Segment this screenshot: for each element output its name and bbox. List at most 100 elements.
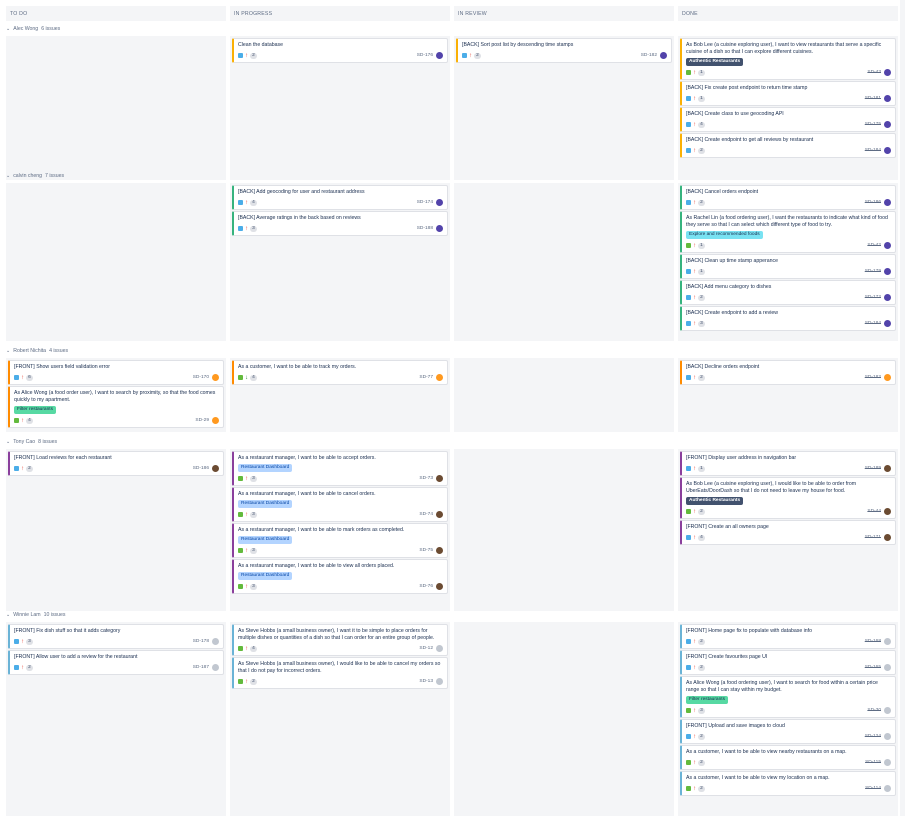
issue-card[interactable]: [FRONT] Load reviews for each restaurant… bbox=[8, 451, 224, 476]
issue-key[interactable]: SD-172 bbox=[865, 295, 881, 300]
avatar[interactable] bbox=[212, 465, 219, 472]
scrollbar[interactable] bbox=[900, 0, 905, 816]
swimlane-header[interactable]: ⌄ Tony Cao 8 issues bbox=[6, 437, 57, 447]
issue-key[interactable]: SD-114 bbox=[865, 786, 881, 791]
avatar[interactable] bbox=[436, 645, 443, 652]
issue-card[interactable]: As Steve Hobbs (a small business owner),… bbox=[232, 624, 448, 656]
avatar[interactable] bbox=[884, 121, 891, 128]
issue-key[interactable]: SD-176 bbox=[417, 53, 433, 58]
issue-key[interactable]: SD-179 bbox=[865, 269, 881, 274]
avatar[interactable] bbox=[884, 69, 891, 76]
issue-key[interactable]: SD-124 bbox=[865, 734, 881, 739]
issue-key[interactable]: SD-115 bbox=[865, 760, 881, 765]
issue-card[interactable]: [BACK] Create class to use geocoding API… bbox=[680, 107, 896, 132]
avatar[interactable] bbox=[436, 547, 443, 554]
avatar[interactable] bbox=[436, 475, 443, 482]
issue-card[interactable]: [BACK] Sort post list by descending time… bbox=[456, 38, 672, 63]
issue-key[interactable]: SD-74 bbox=[419, 512, 433, 517]
issue-card[interactable]: As Bob Lee (a cuisine exploring user), I… bbox=[680, 38, 896, 80]
avatar[interactable] bbox=[436, 225, 443, 232]
issue-key[interactable]: SD-75 bbox=[419, 548, 433, 553]
issue-card[interactable]: [BACK] Cancel orders endpoint ↑ 2 SD-186 bbox=[680, 185, 896, 210]
issue-card[interactable]: As a restaurant manager, I want to be ab… bbox=[232, 523, 448, 558]
issue-card[interactable]: [FRONT] Allow user to add a review for t… bbox=[8, 650, 224, 675]
swimlane-header[interactable]: ⌄ calvin cheng 7 issues bbox=[6, 171, 64, 181]
issue-card[interactable]: As Rachel Lin (a food ordering user), I … bbox=[680, 211, 896, 253]
avatar[interactable] bbox=[884, 147, 891, 154]
chevron-down-icon[interactable]: ⌄ bbox=[6, 612, 10, 618]
avatar[interactable] bbox=[884, 664, 891, 671]
avatar[interactable] bbox=[884, 199, 891, 206]
issue-card[interactable]: [BACK] Decline orders endpoint ↑ 2 SD-182 bbox=[680, 360, 896, 385]
issue-card[interactable]: [FRONT] Create favourites page UI ↑ 2 SD-16… bbox=[680, 650, 896, 675]
issue-key[interactable]: SD-42 bbox=[867, 243, 881, 248]
avatar[interactable] bbox=[436, 511, 443, 518]
issue-key[interactable]: SD-188 bbox=[417, 226, 433, 231]
issue-key[interactable]: SD-187 bbox=[193, 665, 209, 670]
issue-card[interactable]: [FRONT] Display user address in navigati… bbox=[680, 451, 896, 476]
issue-card[interactable]: As Steve Hobbs (a small business owner),… bbox=[232, 657, 448, 689]
issue-key[interactable]: SD-175 bbox=[865, 122, 881, 127]
avatar[interactable] bbox=[884, 268, 891, 275]
swimlane-header[interactable]: ⌄ Alec Wong 6 issues bbox=[6, 24, 60, 34]
issue-key[interactable]: SD-12 bbox=[419, 646, 433, 651]
issue-card[interactable]: As a restaurant manager, I want to be ab… bbox=[232, 487, 448, 522]
issue-key[interactable]: SD-170 bbox=[193, 375, 209, 380]
issue-card[interactable]: As Bob Lee (a cuisine exploring user), I… bbox=[680, 477, 896, 519]
issue-key[interactable]: SD-168 bbox=[865, 639, 881, 644]
issue-key[interactable]: SD-73 bbox=[419, 476, 433, 481]
issue-key[interactable]: SD-178 bbox=[193, 639, 209, 644]
avatar[interactable] bbox=[884, 95, 891, 102]
issue-key[interactable]: SD-171 bbox=[865, 535, 881, 540]
swimlane-header[interactable]: ⌄ Robert Nichita 4 issues bbox=[6, 346, 68, 356]
avatar[interactable] bbox=[884, 534, 891, 541]
chevron-down-icon[interactable]: ⌄ bbox=[6, 173, 10, 179]
avatar[interactable] bbox=[884, 294, 891, 301]
avatar[interactable] bbox=[884, 320, 891, 327]
avatar[interactable] bbox=[884, 465, 891, 472]
issue-card[interactable]: [BACK] Fix create post endpoint to retur… bbox=[680, 81, 896, 106]
avatar[interactable] bbox=[212, 374, 219, 381]
issue-card[interactable]: Clean the database ↑ 2 SD-176 bbox=[232, 38, 448, 63]
issue-key[interactable]: SD-76 bbox=[419, 584, 433, 589]
issue-key[interactable]: SD-182 bbox=[641, 53, 657, 58]
issue-card[interactable]: [BACK] Average ratings in the back based… bbox=[232, 211, 448, 236]
avatar[interactable] bbox=[884, 374, 891, 381]
avatar[interactable] bbox=[212, 638, 219, 645]
avatar[interactable] bbox=[884, 733, 891, 740]
issue-key[interactable]: SD-30 bbox=[867, 708, 881, 713]
avatar[interactable] bbox=[436, 52, 443, 59]
chevron-down-icon[interactable]: ⌄ bbox=[6, 348, 10, 354]
issue-key[interactable]: SD-13 bbox=[419, 679, 433, 684]
avatar[interactable] bbox=[436, 583, 443, 590]
issue-key[interactable]: SD-181 bbox=[865, 96, 881, 101]
avatar[interactable] bbox=[884, 759, 891, 766]
issue-key[interactable]: SD-184 bbox=[865, 321, 881, 326]
avatar[interactable] bbox=[884, 242, 891, 249]
avatar[interactable] bbox=[212, 417, 219, 424]
avatar[interactable] bbox=[436, 199, 443, 206]
avatar[interactable] bbox=[212, 664, 219, 671]
issue-card[interactable]: As Alice Wong (a food order user), I wan… bbox=[8, 386, 224, 428]
issue-card[interactable]: [FRONT] Fix dish stuff so that it adds c… bbox=[8, 624, 224, 649]
issue-card[interactable]: [BACK] Add menu category to dishes ↑ 2 SD-1… bbox=[680, 280, 896, 305]
issue-card[interactable]: [BACK] Create endpoint to add a review ↑ 3… bbox=[680, 306, 896, 331]
issue-card[interactable]: [BACK] Clean up time stamp apperance ↑ 1 SD… bbox=[680, 254, 896, 279]
issue-card[interactable]: As a customer, I want to be able to trac… bbox=[232, 360, 448, 385]
swimlane-header[interactable]: ⌄ Winnie Lam 10 issues bbox=[6, 610, 66, 620]
issue-key[interactable]: SD-184 bbox=[865, 148, 881, 153]
issue-key[interactable]: SD-186 bbox=[865, 200, 881, 205]
avatar[interactable] bbox=[884, 707, 891, 714]
chevron-down-icon[interactable]: ⌄ bbox=[6, 439, 10, 445]
avatar[interactable] bbox=[436, 374, 443, 381]
issue-key[interactable]: SD-77 bbox=[419, 375, 433, 380]
issue-card[interactable]: [FRONT] Home page fix to populate with d… bbox=[680, 624, 896, 649]
issue-card[interactable]: [FRONT] Show users field validation erro… bbox=[8, 360, 224, 385]
issue-key[interactable]: SD-29 bbox=[195, 418, 209, 423]
issue-key[interactable]: SD-174 bbox=[417, 200, 433, 205]
issue-key[interactable]: SD-189 bbox=[865, 466, 881, 471]
issue-card[interactable]: [FRONT] Upload and save images to cloud ↑… bbox=[680, 719, 896, 744]
issue-key[interactable]: SD-43 bbox=[867, 70, 881, 75]
issue-key[interactable]: SD-186 bbox=[193, 466, 209, 471]
issue-card[interactable]: [BACK] Add geocoding for user and restau… bbox=[232, 185, 448, 210]
